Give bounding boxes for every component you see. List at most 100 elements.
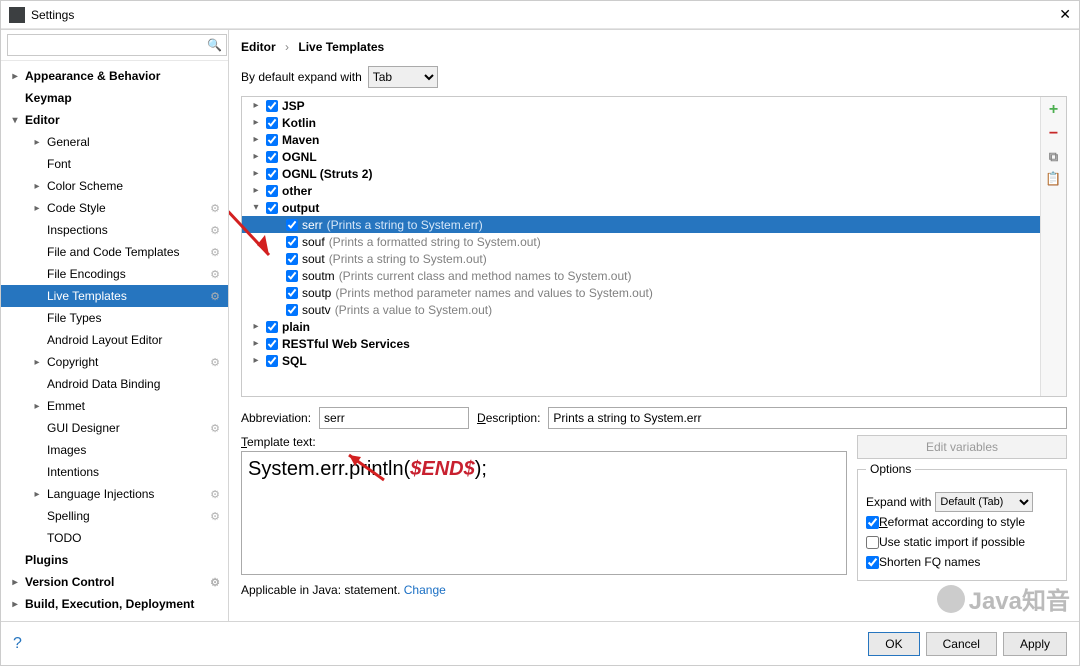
template-checkbox[interactable]	[286, 270, 298, 282]
sidebar-item[interactable]: ▸Build, Execution, Deployment	[1, 593, 228, 615]
template-item[interactable]: souf (Prints a formatted string to Syste…	[242, 233, 1040, 250]
reformat-checkbox[interactable]	[866, 516, 879, 529]
gear-icon: ⚙	[210, 246, 220, 259]
gear-icon: ⚙	[210, 422, 220, 435]
sidebar-item[interactable]: Live Templates⚙	[1, 285, 228, 307]
sidebar-item[interactable]: TODO	[1, 527, 228, 549]
template-checkbox[interactable]	[286, 287, 298, 299]
titlebar: Settings ✕	[1, 1, 1079, 29]
templates-toolbar: + − ⧉ 📋	[1040, 97, 1066, 396]
breadcrumb: Editor › Live Templates	[241, 40, 1067, 60]
sidebar-item[interactable]: File Types	[1, 307, 228, 329]
template-group[interactable]: ▸OGNL	[242, 148, 1040, 165]
template-checkbox[interactable]	[286, 219, 298, 231]
group-checkbox[interactable]	[266, 202, 278, 214]
template-group[interactable]: ▸plain	[242, 318, 1040, 335]
options-expand-select[interactable]: Default (Tab)	[935, 492, 1033, 512]
template-group[interactable]: ▸OGNL (Struts 2)	[242, 165, 1040, 182]
description-input[interactable]	[548, 407, 1067, 429]
paste-icon[interactable]: 📋	[1045, 171, 1061, 187]
gear-icon: ⚙	[210, 224, 220, 237]
group-checkbox[interactable]	[266, 321, 278, 333]
sidebar-item[interactable]: Android Layout Editor	[1, 329, 228, 351]
template-group[interactable]: ▸SQL	[242, 352, 1040, 369]
copy-icon[interactable]: ⧉	[1049, 149, 1058, 165]
template-item[interactable]: soutm (Prints current class and method n…	[242, 267, 1040, 284]
sidebar-item[interactable]: GUI Designer⚙	[1, 417, 228, 439]
options-title: Options	[866, 462, 915, 476]
gear-icon: ⚙	[210, 488, 220, 501]
sidebar-item[interactable]: ▸Copyright⚙	[1, 351, 228, 373]
template-item[interactable]: sout (Prints a string to System.out)	[242, 250, 1040, 267]
gear-icon: ⚙	[210, 356, 220, 369]
help-icon[interactable]: ?	[13, 635, 22, 653]
applicable-text: Applicable in Java: statement. Change	[241, 575, 1067, 605]
add-icon[interactable]: +	[1049, 101, 1058, 119]
template-group[interactable]: ▾output	[242, 199, 1040, 216]
sidebar-item[interactable]: ▸Code Style⚙	[1, 197, 228, 219]
group-checkbox[interactable]	[266, 185, 278, 197]
template-group[interactable]: ▸JSP	[242, 97, 1040, 114]
remove-icon[interactable]: −	[1049, 125, 1058, 143]
expand-select[interactable]: Tab	[368, 66, 438, 88]
sidebar-item[interactable]: Android Data Binding	[1, 373, 228, 395]
search-input[interactable]	[7, 34, 227, 56]
static-import-checkbox[interactable]	[866, 536, 879, 549]
sidebar-item[interactable]: ▸Version Control⚙	[1, 571, 228, 593]
group-checkbox[interactable]	[266, 100, 278, 112]
sidebar-item[interactable]: ▸General	[1, 131, 228, 153]
template-group[interactable]: ▸Kotlin	[242, 114, 1040, 131]
sidebar-item[interactable]: ▸Emmet	[1, 395, 228, 417]
group-checkbox[interactable]	[266, 134, 278, 146]
template-item[interactable]: serr (Prints a string to System.err)	[242, 216, 1040, 233]
chevron-right-icon: ›	[285, 40, 289, 54]
cancel-button[interactable]: Cancel	[926, 632, 997, 656]
apply-button[interactable]: Apply	[1003, 632, 1067, 656]
sidebar-item[interactable]: ▸Color Scheme	[1, 175, 228, 197]
sidebar-item[interactable]: File Encodings⚙	[1, 263, 228, 285]
app-icon	[9, 7, 25, 23]
sidebar-item[interactable]: ▸Appearance & Behavior	[1, 65, 228, 87]
close-icon[interactable]: ✕	[1059, 6, 1071, 23]
settings-tree[interactable]: ▸Appearance & BehaviorKeymap▾Editor▸Gene…	[1, 61, 228, 621]
group-checkbox[interactable]	[266, 355, 278, 367]
sidebar-item[interactable]: ▾Editor	[1, 109, 228, 131]
template-group[interactable]: ▸other	[242, 182, 1040, 199]
sidebar-item[interactable]: File and Code Templates⚙	[1, 241, 228, 263]
template-group[interactable]: ▸Maven	[242, 131, 1040, 148]
options-group: Options Expand with Default (Tab) Reform…	[857, 469, 1067, 581]
template-checkbox[interactable]	[286, 253, 298, 265]
sidebar-item[interactable]: Spelling⚙	[1, 505, 228, 527]
expand-label: By default expand with	[241, 70, 362, 84]
template-text-label: Template text:	[241, 435, 847, 451]
group-checkbox[interactable]	[266, 117, 278, 129]
templates-tree[interactable]: ▸JSP▸Kotlin▸Maven▸OGNL▸OGNL (Struts 2)▸o…	[242, 97, 1040, 396]
template-checkbox[interactable]	[286, 236, 298, 248]
sidebar-item[interactable]: Intentions	[1, 461, 228, 483]
breadcrumb-current: Live Templates	[298, 40, 384, 54]
template-checkbox[interactable]	[286, 304, 298, 316]
sidebar-item[interactable]: Inspections⚙	[1, 219, 228, 241]
ok-button[interactable]: OK	[868, 632, 919, 656]
template-group[interactable]: ▸RESTful Web Services	[242, 335, 1040, 352]
gear-icon: ⚙	[210, 576, 220, 589]
shorten-fq-checkbox[interactable]	[866, 556, 879, 569]
sidebar-item[interactable]: ▸Language Injections⚙	[1, 483, 228, 505]
template-item[interactable]: soutp (Prints method parameter names and…	[242, 284, 1040, 301]
group-checkbox[interactable]	[266, 338, 278, 350]
sidebar-item[interactable]: Font	[1, 153, 228, 175]
sidebar-item[interactable]: Plugins	[1, 549, 228, 571]
group-checkbox[interactable]	[266, 151, 278, 163]
group-checkbox[interactable]	[266, 168, 278, 180]
abbreviation-label: Abbreviation:	[241, 411, 311, 425]
window-title: Settings	[31, 8, 74, 22]
change-link[interactable]: Change	[404, 583, 446, 597]
sidebar-item[interactable]: Images	[1, 439, 228, 461]
footer: ? OK Cancel Apply	[1, 621, 1079, 665]
template-text-input[interactable]: System.err.println($END$);	[241, 451, 847, 575]
breadcrumb-parent[interactable]: Editor	[241, 40, 276, 54]
sidebar-item[interactable]: Keymap	[1, 87, 228, 109]
abbreviation-input[interactable]	[319, 407, 469, 429]
gear-icon: ⚙	[210, 510, 220, 523]
template-item[interactable]: soutv (Prints a value to System.out)	[242, 301, 1040, 318]
